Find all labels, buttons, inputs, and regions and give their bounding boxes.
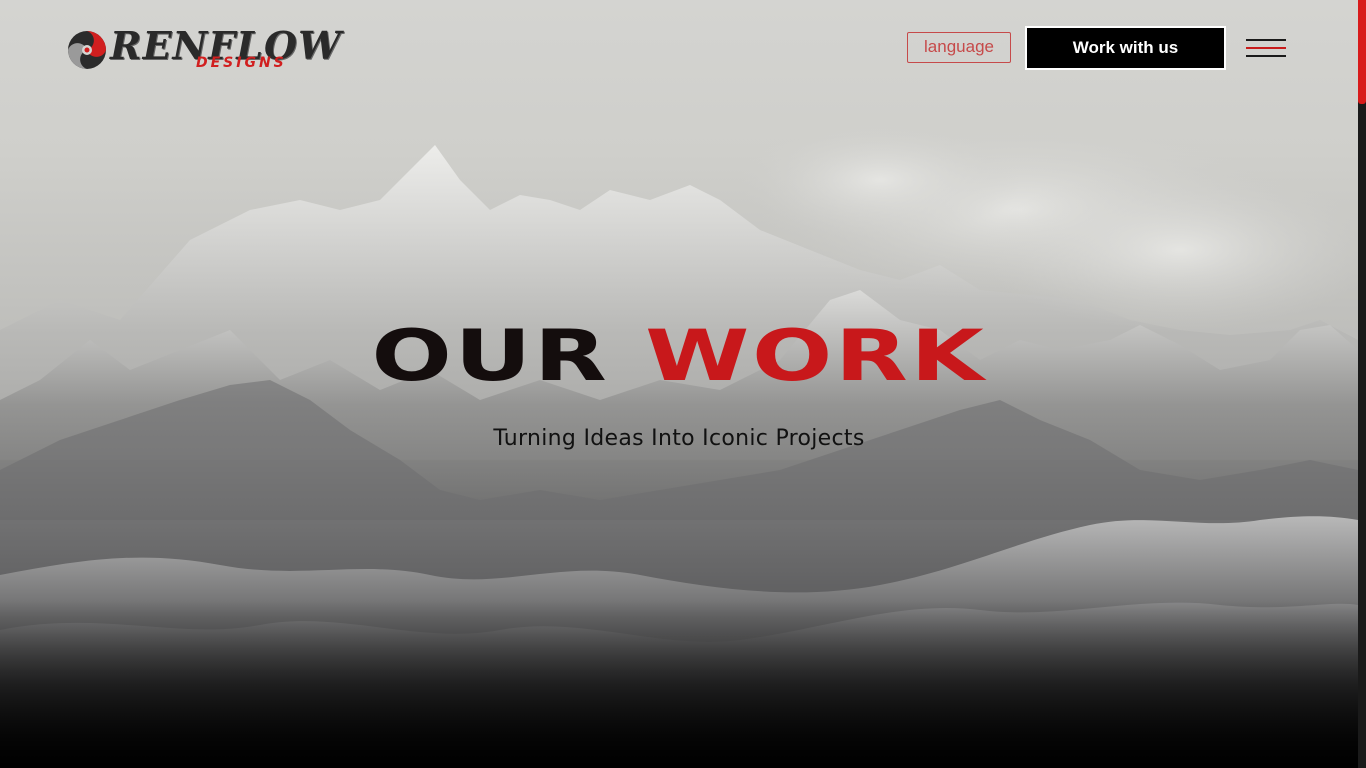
site-logo[interactable]: RENFLOW DESIGNS (66, 24, 341, 76)
hamburger-menu-icon[interactable] (1244, 36, 1288, 60)
logo-sub-text: DESIGNS (196, 55, 287, 71)
hero-title-part1: OUR (371, 315, 610, 397)
work-with-us-button[interactable]: Work with us (1025, 26, 1226, 70)
page: RENFLOW DESIGNS language Work with us OU… (0, 0, 1366, 768)
hero-title: OUR WORK (0, 318, 1366, 394)
language-button[interactable]: language (907, 32, 1011, 63)
scrollbar-thumb[interactable] (1358, 0, 1366, 104)
logo-swirl-icon (66, 29, 108, 71)
menu-line-middle (1246, 47, 1286, 49)
hero-title-part2: WORK (645, 315, 987, 397)
logo-wordmark: RENFLOW DESIGNS (110, 24, 341, 76)
menu-line-top (1246, 39, 1286, 41)
menu-line-bottom (1246, 55, 1286, 57)
hero-subtitle: Turning Ideas Into Iconic Projects (493, 426, 865, 451)
